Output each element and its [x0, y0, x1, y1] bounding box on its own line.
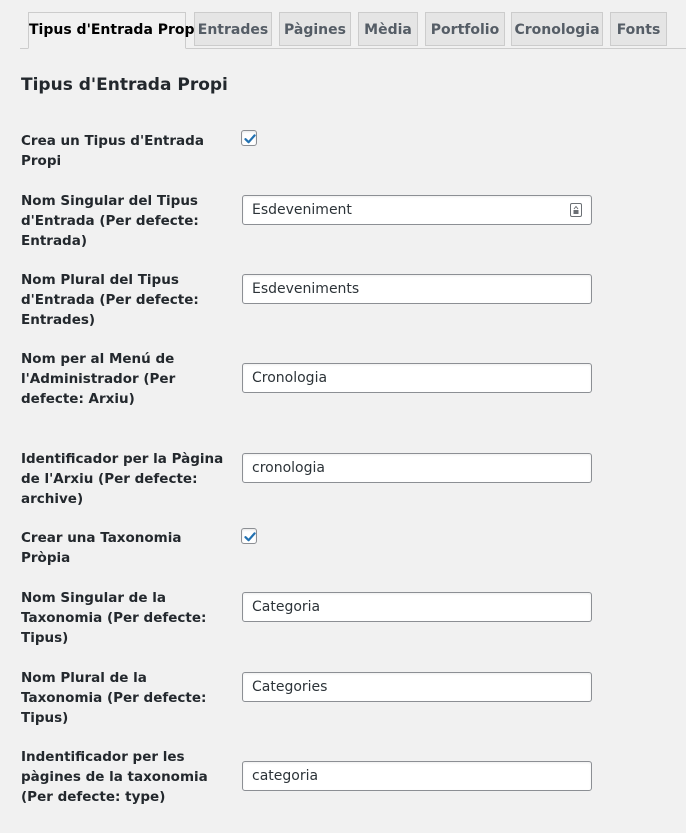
settings-tabs: Tipus d'Entrada Propi Entrades Pàgines M… [20, 12, 686, 49]
taxonomy-singular-value: Categoria [252, 599, 321, 615]
tab-timeline[interactable]: Cronologia [511, 12, 603, 46]
taxonomy-singular-label: Nom Singular de la Taxonomia (Per defect… [21, 590, 207, 646]
plural-name-label: Nom Plural del Tipus d'Entrada (Per defe… [21, 272, 199, 328]
create-taxonomy-checkbox[interactable] [241, 528, 257, 544]
checkmark-icon [244, 532, 256, 542]
taxonomy-plural-label: Nom Plural de la Taxonomia (Per defecte:… [21, 670, 207, 726]
admin-menu-name-value: Cronologia [252, 370, 328, 386]
create-post-type-label: Crea un Tipus d'Entrada Propi [21, 133, 204, 169]
taxonomy-slug-value: categoria [252, 768, 319, 784]
singular-name-value: Esdeveniment [252, 202, 352, 218]
password-manager-icon[interactable] [570, 203, 582, 217]
singular-name-input[interactable]: Esdeveniment [242, 195, 592, 225]
plural-name-input[interactable]: Esdeveniments [242, 274, 592, 304]
tab-fonts[interactable]: Fonts [610, 12, 667, 46]
archive-slug-input[interactable]: cronologia [242, 453, 592, 483]
tab-custom-post-type[interactable]: Tipus d'Entrada Propi [28, 12, 199, 49]
tab-media[interactable]: Mèdia [358, 12, 418, 46]
taxonomy-slug-label: Indentificador per les pàgines de la tax… [21, 749, 208, 805]
checkmark-icon [244, 134, 256, 144]
admin-menu-name-label: Nom per al Menú de l'Administrador (Per … [21, 351, 176, 407]
taxonomy-singular-input[interactable]: Categoria [242, 592, 592, 622]
taxonomy-plural-value: Categories [252, 679, 328, 695]
plural-name-value: Esdeveniments [252, 281, 360, 297]
create-taxonomy-label: Crear una Taxonomia Pròpia [21, 530, 182, 566]
singular-name-label: Nom Singular del Tipus d'Entrada (Per de… [21, 193, 199, 249]
archive-slug-value: cronologia [252, 460, 325, 476]
taxonomy-plural-input[interactable]: Categories [242, 672, 592, 702]
taxonomy-slug-input[interactable]: categoria [242, 761, 592, 791]
admin-menu-name-input[interactable]: Cronologia [242, 363, 592, 393]
tab-portfolio[interactable]: Portfolio [425, 12, 505, 46]
tab-posts[interactable]: Entrades [194, 12, 272, 46]
archive-slug-label: Identificador per la Pàgina de l'Arxiu (… [21, 451, 224, 507]
create-post-type-checkbox[interactable] [241, 130, 257, 146]
section-title: Tipus d'Entrada Propi [21, 75, 228, 95]
tab-pages[interactable]: Pàgines [279, 12, 351, 46]
